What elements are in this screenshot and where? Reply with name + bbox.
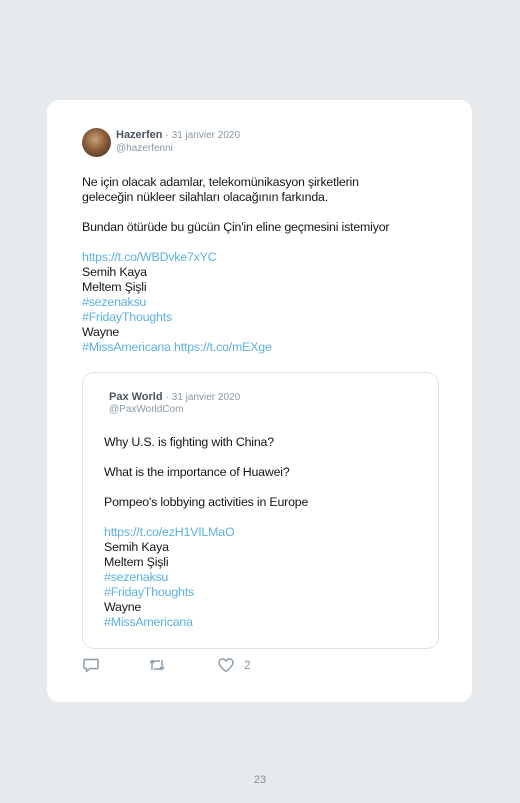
hashtag-link[interactable]: #FridayThoughts <box>82 310 172 325</box>
quoted-text-line: Semih Kaya <box>104 540 169 554</box>
quoted-text-line: Why U.S. is fighting with China? <box>104 435 274 449</box>
quoted-author-row: Pax World · 31 janvier 2020 <box>109 391 240 403</box>
like-count: 2 <box>244 658 251 672</box>
quoted-tweet[interactable]: Pax World · 31 janvier 2020 @PaxWorldCom… <box>82 372 439 649</box>
quoted-text-line: What is the importance of Huawei? <box>104 465 290 479</box>
tweet-text-line: Bundan ötürüde bu gücün Çin'in eline geç… <box>82 220 390 234</box>
page-number: 23 <box>253 774 267 786</box>
heart-icon <box>218 658 234 673</box>
tweet-text-line: Ne için olacak adamlar, telekomünikasyon… <box>82 175 359 189</box>
tweet-link[interactable]: https://t.co/WBDvke7xYC <box>82 250 217 265</box>
quoted-text-line: Wayne <box>104 600 142 614</box>
author-avatar[interactable] <box>82 128 111 157</box>
author-name[interactable]: Hazerfen <box>116 129 162 141</box>
tweet-text-line: Semih Kaya <box>82 265 147 279</box>
quoted-hashtag-link[interactable]: #MissAmericana <box>104 615 193 630</box>
tweet-date: · 31 janvier 2020 <box>165 130 241 141</box>
tweet-text-line: geleceğin nükleer silahları olacağının f… <box>82 190 328 204</box>
quoted-hashtag-link[interactable]: #sezenaksu <box>104 570 168 585</box>
retweet-icon <box>149 659 165 671</box>
author-name-row: Hazerfen · 31 janvier 2020 <box>116 129 240 141</box>
quoted-link[interactable]: https://t.co/ezH1VILMaO <box>104 525 235 540</box>
quoted-tweet-date: · 31 janvier 2020 <box>165 392 241 403</box>
quoted-text-line: Pompeo's lobbying activities in Europe <box>104 495 309 509</box>
hashtag-link[interactable]: #MissAmericana https://t.co/mEXge <box>82 340 272 355</box>
tweet-text-line: Meltem Şişli <box>82 280 147 294</box>
author-handle[interactable]: @hazerfenni <box>116 143 173 154</box>
quoted-author-handle[interactable]: @PaxWorldCom <box>109 404 183 415</box>
retweet-button[interactable] <box>148 656 166 674</box>
reply-button[interactable] <box>82 656 100 674</box>
tweet-actions: 2 <box>82 656 382 676</box>
like-button[interactable]: 2 <box>217 656 251 674</box>
reply-icon <box>83 658 99 673</box>
tweet-text-line: Wayne <box>82 325 120 339</box>
hashtag-link[interactable]: #sezenaksu <box>82 295 146 310</box>
tweet-card: Hazerfen · 31 janvier 2020 @hazerfenni N… <box>47 100 472 702</box>
quoted-text-line: Meltem Şişli <box>104 555 169 569</box>
quoted-author-name[interactable]: Pax World <box>109 391 163 403</box>
quoted-hashtag-link[interactable]: #FridayThoughts <box>104 585 194 600</box>
